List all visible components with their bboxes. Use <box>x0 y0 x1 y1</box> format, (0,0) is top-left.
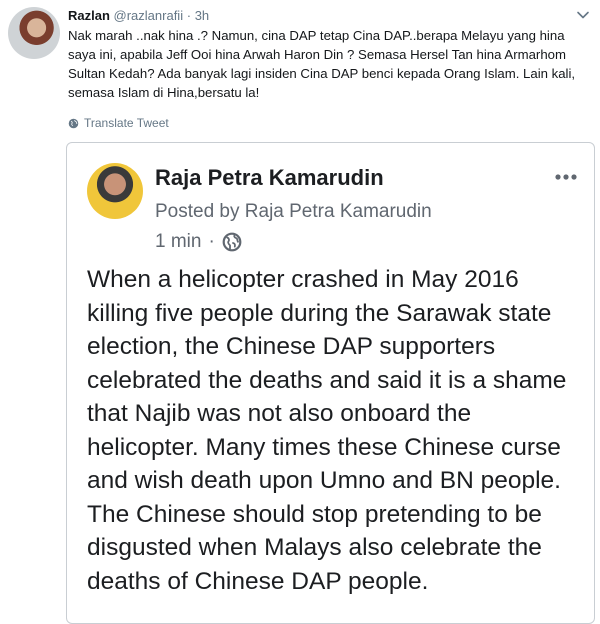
post-author-avatar[interactable] <box>87 163 143 219</box>
post-body: When a helicopter crashed in May 2016 ki… <box>87 266 567 595</box>
post-time[interactable]: 1 min <box>155 231 201 253</box>
translate-tweet-link[interactable]: Translate Tweet <box>68 116 169 130</box>
more-horizontal-icon[interactable] <box>554 173 578 181</box>
tweet-text: Nak marah ..nak hina .? Namun, cina DAP … <box>68 28 576 100</box>
embedded-facebook-post: Raja Petra Kamarudin Posted by Raja Petr… <box>66 142 595 624</box>
chevron-down-icon[interactable] <box>576 8 590 22</box>
tweet-avatar[interactable] <box>8 7 60 59</box>
separator-dot: · <box>186 8 192 23</box>
globe-icon <box>68 118 79 128</box>
tweet-header: Razlan @razlanrafii · 3h <box>68 8 209 23</box>
author-handle[interactable]: @razlanrafii <box>114 8 184 23</box>
post-author-name[interactable]: Raja Petra Kamarudin <box>155 165 384 191</box>
tweet-timestamp[interactable]: 3h <box>195 8 209 23</box>
post-posted-by: Posted by Raja Petra Kamarudin <box>155 201 432 222</box>
author-name[interactable]: Razlan <box>68 8 110 23</box>
translate-tweet-label: Translate Tweet <box>84 116 169 130</box>
globe-icon <box>222 232 242 252</box>
post-meta: 1 min · <box>155 231 242 253</box>
post-separator: · <box>208 231 215 252</box>
